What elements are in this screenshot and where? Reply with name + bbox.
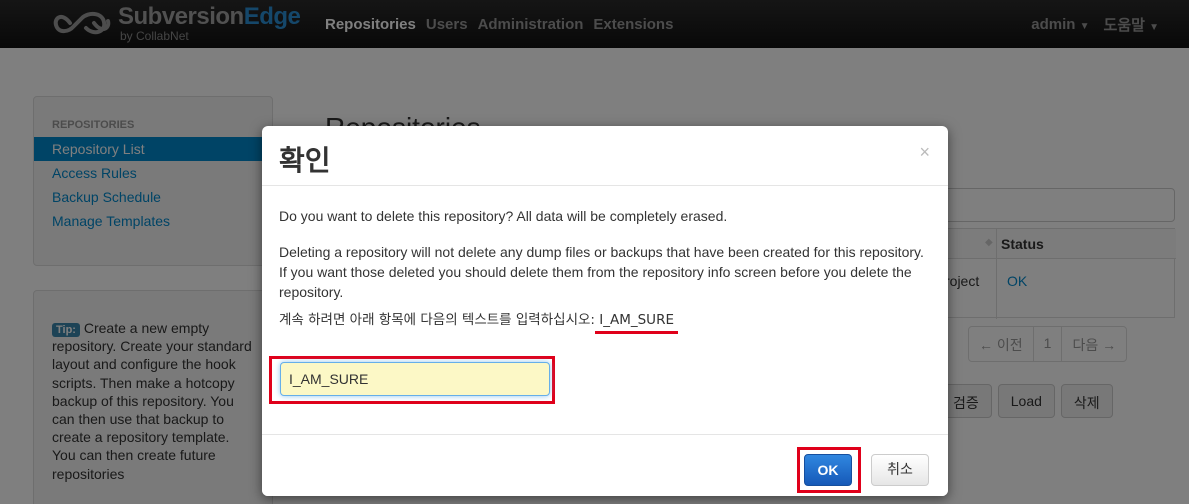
confirmation-token-text: I_AM_SURE — [599, 312, 674, 328]
dialog-instruction: 계속 하려면 아래 항목에 다음의 텍스트를 입력하십시오: I_AM_SURE — [279, 310, 929, 334]
cancel-button[interactable]: 취소 — [871, 454, 929, 486]
dialog-title: 확인 — [279, 144, 331, 177]
dialog-instruction-text: 계속 하려면 아래 항목에 다음의 텍스트를 입력하십시오: — [279, 312, 600, 328]
dialog-warning-text: Do you want to delete this repository? A… — [279, 208, 728, 224]
highlight-underline — [595, 331, 678, 334]
confirm-dialog: 확인 × Do you want to delete this reposito… — [262, 126, 948, 496]
close-icon[interactable]: × — [919, 142, 930, 163]
dialog-header: 확인 × — [262, 126, 948, 186]
dialog-info-text: Deleting a repository will not delete an… — [279, 244, 924, 300]
confirmation-input[interactable] — [280, 362, 550, 396]
dialog-body: Do you want to delete this repository? A… — [279, 206, 929, 334]
ok-button[interactable]: OK — [804, 454, 852, 486]
confirmation-token: I_AM_SURE — [595, 312, 678, 334]
